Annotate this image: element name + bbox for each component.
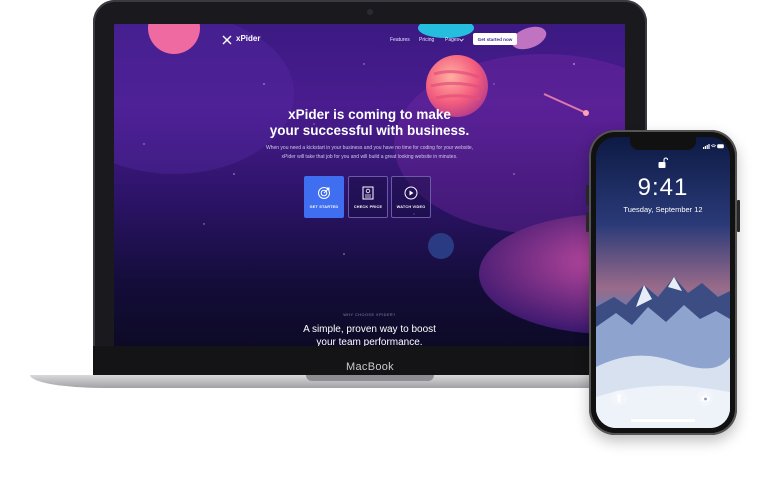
laptop-brand-label: MacBook (346, 361, 394, 373)
hero-sub-line2: xPider will take that job for you and wi… (281, 154, 458, 160)
flashlight-icon (616, 394, 622, 402)
card-label: CHECK PRICE (353, 204, 383, 209)
nav-link-pages[interactable]: Pages (445, 37, 459, 43)
hero-sub-line1: When you need a kickstart in your busine… (265, 145, 474, 151)
laptop-camera (367, 9, 373, 15)
phone-notch (630, 137, 696, 150)
phone-power-button (737, 200, 740, 232)
xpider-logo-icon[interactable] (222, 35, 232, 45)
hero-title-line2: your successful with business. (269, 123, 470, 138)
card-label: WATCH VIDEO (396, 204, 426, 209)
lockscreen-date: Tuesday, September 12 (623, 205, 703, 214)
planet-small (428, 233, 454, 259)
card-label: GET STARTED (309, 204, 339, 209)
home-indicator[interactable] (631, 419, 695, 422)
signal-icon (703, 144, 710, 149)
camera-icon (701, 394, 709, 401)
lock-icon (658, 157, 668, 168)
planet-top-cyan (418, 24, 474, 38)
receipt-icon (362, 186, 374, 199)
hero-title-line1: xPider is coming to make (288, 107, 451, 122)
play-icon (404, 186, 418, 199)
flashlight-button[interactable] (611, 390, 627, 406)
section-title-line1: A simple, proven way to boost (303, 324, 436, 335)
chevron-down-icon (459, 38, 464, 42)
lockscreen-time: 9:41 (637, 174, 689, 201)
nav-logo-text[interactable]: xPider (236, 34, 260, 43)
section-eyebrow: WHY CHOOSE XPIDER? (343, 313, 396, 317)
nav-link-features[interactable]: Features (390, 37, 410, 43)
laptop-opening-notch (306, 375, 434, 381)
camera-button[interactable] (697, 390, 713, 406)
status-icons (703, 144, 724, 149)
watch-video-card[interactable]: WATCH VIDEO (391, 176, 431, 218)
section-title-line2: your team performance. (316, 337, 423, 346)
check-price-card[interactable]: CHECK PRICE (348, 176, 388, 218)
laptop-screen: xPider Features Pricing Pages Get starte… (114, 24, 625, 346)
get-started-card[interactable]: GET STARTED (304, 176, 344, 218)
battery-icon (717, 144, 724, 149)
get-started-now-button[interactable]: Get started now (473, 33, 517, 45)
rocket-target-icon (318, 186, 330, 199)
nav-link-pricing[interactable]: Pricing (419, 37, 434, 43)
wifi-icon (710, 144, 717, 148)
